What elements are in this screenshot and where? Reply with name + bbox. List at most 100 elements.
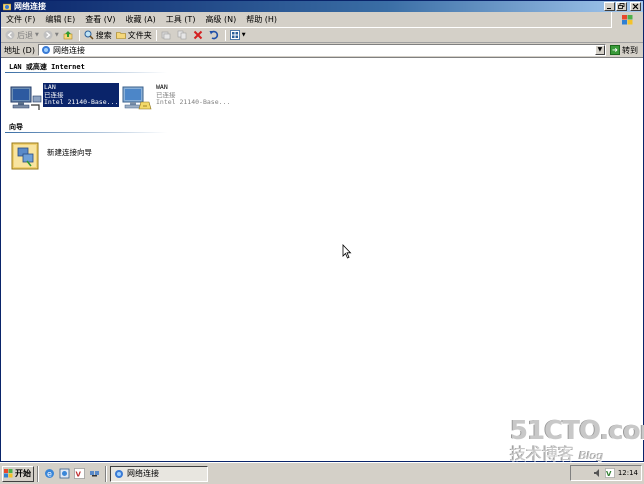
- address-dropdown-button[interactable]: ▼: [594, 45, 605, 55]
- menu-file[interactable]: 文件 (F): [1, 12, 40, 28]
- menu-help[interactable]: 帮助 (H): [241, 12, 282, 28]
- chevron-down-icon: ▼: [597, 46, 603, 53]
- back-label: 后退: [17, 30, 33, 40]
- toolbar-separator: [224, 29, 226, 41]
- connection-device: Intel 21140-Base...: [156, 99, 230, 106]
- up-arrow-icon: [63, 31, 72, 40]
- connection-name: WAN: [156, 84, 168, 91]
- toolbar-separator: [78, 29, 80, 41]
- connection-wan-label: WAN 已连接 Intel 21140-Base...: [155, 83, 231, 107]
- folders-label: 文件夹: [127, 30, 152, 40]
- connection-wan[interactable]: WAN 已连接 Intel 21140-Base...: [121, 83, 231, 111]
- new-connection-wizard[interactable]: 新建连接向导: [11, 141, 92, 171]
- undo-button[interactable]: [207, 29, 223, 42]
- standard-toolbar: 后退 ▼ ▼ 搜索 文件夹 ▼: [1, 28, 643, 43]
- svg-text:V: V: [606, 470, 612, 478]
- forward-button[interactable]: ▼: [41, 29, 61, 42]
- start-button[interactable]: 开始: [2, 465, 34, 482]
- move-to-button[interactable]: [159, 29, 175, 42]
- mouse-pointer-icon: [342, 244, 352, 259]
- connection-device: Intel 21140-Base...: [44, 99, 118, 106]
- back-arrow-icon: [5, 30, 15, 40]
- network-connections-icon: [115, 469, 123, 478]
- taskbar-item-network-connections[interactable]: 网络连接: [110, 465, 208, 482]
- internet-explorer-icon[interactable]: e: [44, 468, 55, 479]
- network-connections-icon: [41, 46, 50, 54]
- chevron-down-icon: ▼: [35, 32, 39, 38]
- watermark-text: 技术博客: [510, 444, 575, 463]
- close-button[interactable]: [630, 2, 641, 11]
- delete-x-icon: [193, 30, 202, 40]
- window-controls: [604, 2, 641, 11]
- taskbar-item-label: 网络连接: [127, 469, 159, 478]
- copy-to-icon: [177, 30, 187, 40]
- forward-arrow-icon: [43, 30, 53, 40]
- network-connection-icon: [10, 86, 42, 110]
- folders-button[interactable]: 文件夹: [114, 29, 154, 42]
- undo-icon: [209, 30, 218, 40]
- views-button[interactable]: ▼: [228, 29, 248, 42]
- quicklaunch-separator: [105, 465, 107, 482]
- content-pane: LAN 或高速 Internet LAN 已连接 Intel 21140-Bas…: [1, 59, 643, 461]
- vmware-tray-icon[interactable]: V: [605, 468, 615, 478]
- go-label: 转到: [621, 45, 638, 55]
- network-folder-icon: [3, 3, 11, 10]
- search-icon: [84, 30, 94, 40]
- menu-edit[interactable]: 编辑 (E): [40, 12, 80, 28]
- vmware-icon[interactable]: V: [74, 468, 85, 479]
- views-icon: [229, 30, 240, 40]
- folders-icon: [115, 32, 126, 39]
- wizard-label: 新建连接向导: [47, 148, 92, 157]
- start-label: 开始: [15, 469, 31, 478]
- search-button[interactable]: 搜索: [82, 29, 114, 42]
- explorer-window: 网络连接 文件 (F) 编辑 (E) 查看 (V) 收藏 (A) 工具 (T) …: [0, 0, 644, 462]
- minimize-icon: [607, 8, 611, 9]
- tray-clock: 12:14: [617, 469, 638, 477]
- system-tray: V 12:14: [570, 465, 642, 481]
- volume-icon[interactable]: [593, 468, 603, 478]
- delete-button[interactable]: [191, 29, 207, 42]
- connection-lan-label: LAN 已连接 Intel 21140-Base...: [43, 83, 119, 107]
- group-header-lan: LAN 或高速 Internet: [9, 63, 85, 71]
- quicklaunch-separator: [37, 465, 39, 482]
- toolbar-separator: [155, 29, 157, 41]
- address-label: 地址 (D): [4, 45, 35, 55]
- menu-view[interactable]: 查看 (V): [80, 12, 120, 28]
- taskbar: 开始 e V 网络连接 V 12:14: [0, 462, 644, 484]
- network-icon[interactable]: [89, 468, 100, 479]
- window-title: 网络连接: [14, 2, 46, 11]
- network-connection-icon: [122, 86, 152, 110]
- up-folder-button[interactable]: [61, 29, 77, 42]
- go-arrow-icon: ➜: [609, 45, 620, 55]
- menu-tools[interactable]: 工具 (T): [161, 12, 201, 28]
- address-value: 网络连接: [52, 45, 85, 55]
- close-icon: [632, 3, 639, 10]
- go-button[interactable]: ➜ 转到: [609, 45, 638, 56]
- connection-status: 已连接: [44, 91, 64, 99]
- title-bar[interactable]: 网络连接: [1, 1, 643, 12]
- connection-status: 已连接: [156, 91, 176, 99]
- minimize-button[interactable]: [604, 2, 615, 11]
- chevron-down-icon: ▼: [241, 32, 246, 38]
- copy-to-button[interactable]: [175, 29, 191, 42]
- restore-icon: [618, 3, 625, 9]
- address-bar: 地址 (D) 网络连接 ▼ ➜ 转到: [1, 43, 643, 58]
- explorer-icon[interactable]: [59, 468, 70, 479]
- watermark-blog: Blog: [579, 449, 604, 462]
- windows-flag-icon: [4, 469, 13, 478]
- watermark-site: 51CTO.com: [510, 416, 644, 446]
- group-divider: [5, 72, 167, 73]
- restore-button[interactable]: [616, 2, 627, 11]
- connection-name: LAN: [44, 84, 56, 91]
- new-connection-wizard-icon: [11, 142, 39, 170]
- menu-advanced[interactable]: 高级 (N): [200, 12, 241, 28]
- windows-logo-icon: [611, 12, 643, 28]
- address-input[interactable]: 网络连接 ▼: [37, 44, 606, 56]
- connection-lan[interactable]: LAN 已连接 Intel 21140-Base...: [9, 83, 119, 111]
- back-button[interactable]: 后退 ▼: [3, 29, 41, 42]
- svg-text:V: V: [76, 471, 82, 479]
- search-label: 搜索: [95, 30, 112, 40]
- site-watermark: 51CTO.com 技术博客 Blog: [510, 416, 644, 463]
- group-header-wizard: 向导: [9, 123, 23, 131]
- menu-favorites[interactable]: 收藏 (A): [121, 12, 161, 28]
